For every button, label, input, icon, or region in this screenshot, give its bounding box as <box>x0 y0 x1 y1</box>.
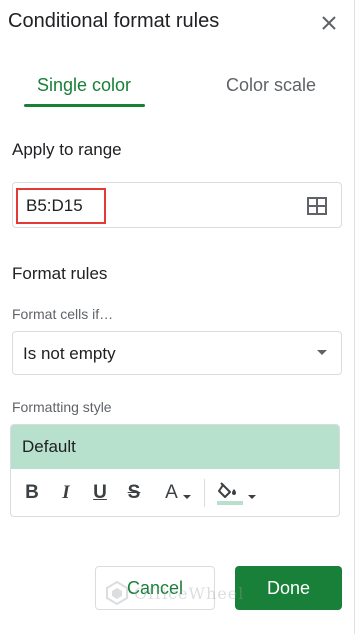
cancel-button[interactable]: Cancel <box>95 566 215 610</box>
tab-bar: Single color Color scale <box>0 60 355 110</box>
style-toolbar: B I U S A <box>11 469 339 516</box>
active-tab-indicator <box>24 104 145 107</box>
dropdown-arrow-icon <box>317 350 327 355</box>
apply-to-range-heading: Apply to range <box>12 140 122 159</box>
bold-button[interactable]: B <box>22 481 42 505</box>
panel-header: Conditional format rules <box>0 0 355 46</box>
text-color-icon: A <box>165 482 178 503</box>
fill-color-button[interactable] <box>215 481 257 505</box>
style-preview-label: Default <box>22 437 76 456</box>
text-color-button[interactable]: A <box>158 481 198 505</box>
condition-dropdown[interactable]: Is not empty <box>12 331 342 375</box>
chevron-down-icon <box>247 495 256 499</box>
condition-value: Is not empty <box>23 344 116 363</box>
formatting-style-box: Default B I U S A <box>10 424 340 517</box>
toolbar-divider <box>204 479 205 507</box>
tab-color-scale[interactable]: Color scale <box>212 60 330 110</box>
range-value[interactable]: B5:D15 <box>16 188 106 224</box>
italic-button[interactable]: I <box>56 481 76 505</box>
close-icon <box>322 16 336 30</box>
done-button[interactable]: Done <box>235 566 342 610</box>
style-preview[interactable]: Default <box>11 425 339 469</box>
tab-single-color[interactable]: Single color <box>22 60 146 110</box>
strikethrough-button[interactable]: S <box>124 481 144 505</box>
underline-button[interactable]: U <box>90 481 110 505</box>
formatting-style-label: Formatting style <box>12 399 112 415</box>
panel-title: Conditional format rules <box>8 10 220 32</box>
format-rules-heading: Format rules <box>12 264 108 283</box>
format-cells-if-label: Format cells if… <box>12 306 114 322</box>
chevron-down-icon <box>182 495 191 499</box>
conditional-format-panel: Conditional format rules Single color Co… <box>0 0 355 634</box>
range-input[interactable]: B5:D15 <box>12 182 342 228</box>
grid-select-icon[interactable] <box>307 197 327 215</box>
close-button[interactable] <box>318 12 340 34</box>
paint-bucket-icon <box>216 482 243 505</box>
